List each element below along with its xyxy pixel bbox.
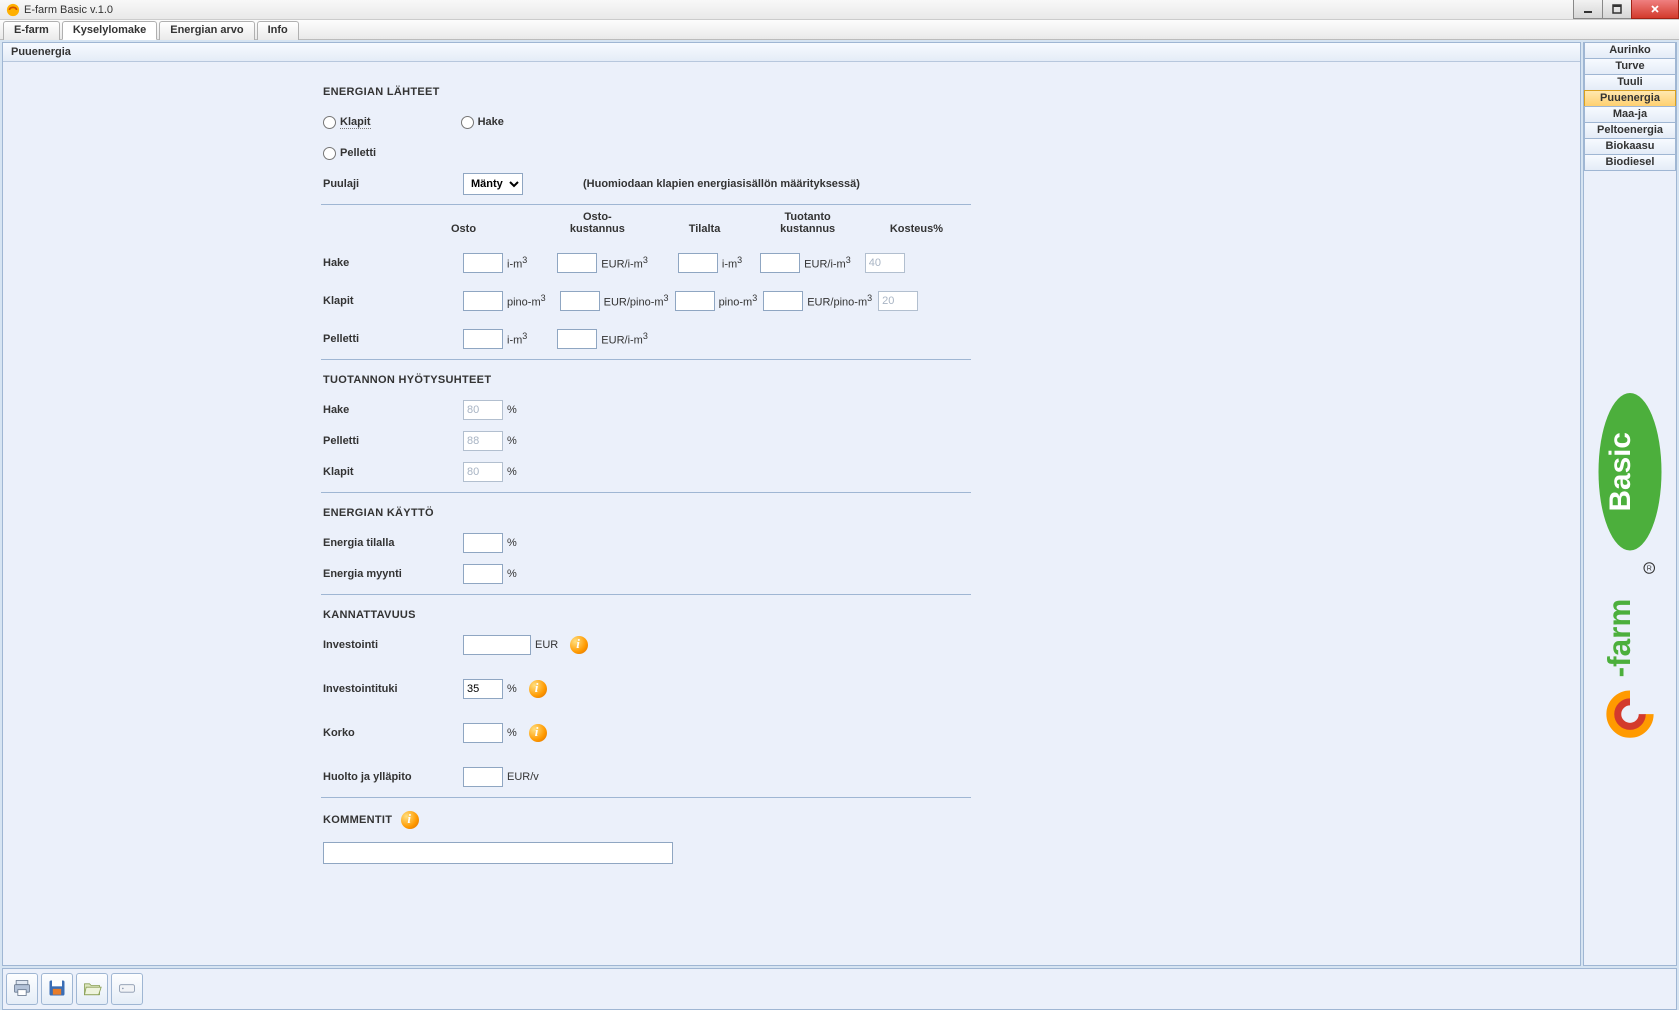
info-icon[interactable] bbox=[401, 811, 419, 829]
sidebar-item-maa-ja-vesilampo[interactable]: Maa-ja vesilämpö bbox=[1584, 106, 1676, 123]
section-comments-title: KOMMENTIT bbox=[323, 814, 392, 826]
klapit-tuotkust-input[interactable] bbox=[763, 291, 803, 311]
eff-pelletti-label: Pelletti bbox=[323, 435, 463, 447]
svg-text:Basic: Basic bbox=[1604, 432, 1637, 511]
svg-text:-farm: -farm bbox=[1601, 599, 1637, 678]
pelletti-osto-input[interactable] bbox=[463, 329, 503, 349]
window-titlebar: E-farm Basic v.1.0 bbox=[0, 0, 1679, 20]
menu-tab-energian-arvo[interactable]: Energian arvo bbox=[159, 21, 254, 40]
info-icon[interactable] bbox=[570, 636, 588, 654]
sidebar-item-tuuli[interactable]: Tuuli bbox=[1584, 74, 1676, 91]
app-icon bbox=[6, 3, 20, 17]
use-tilalla-label: Energia tilalla bbox=[323, 537, 463, 549]
section-prof-title: KANNATTAVUUS bbox=[323, 609, 963, 621]
radio-hake[interactable]: Hake bbox=[461, 116, 504, 129]
prof-invest-label: Investointi bbox=[323, 639, 463, 651]
menu-tab-efarm[interactable]: E-farm bbox=[3, 21, 60, 40]
use-myynti-label: Energia myynti bbox=[323, 568, 463, 580]
eff-pelletti-input bbox=[463, 431, 503, 451]
eff-klapit-input bbox=[463, 462, 503, 482]
klapit-osto-input[interactable] bbox=[463, 291, 503, 311]
prof-korko-label: Korko bbox=[323, 727, 463, 739]
row-klapit-label: Klapit bbox=[323, 295, 463, 307]
info-icon[interactable] bbox=[529, 680, 547, 698]
hake-kosteus-input bbox=[865, 253, 905, 273]
section-sources-title: ENERGIAN LÄHTEET bbox=[323, 86, 963, 98]
prof-invest-input[interactable] bbox=[463, 635, 531, 655]
hake-tuotkust-input[interactable] bbox=[760, 253, 800, 273]
section-eff-title: TUOTANNON HYÖTYSUHTEET bbox=[323, 374, 963, 386]
bottom-toolbar bbox=[2, 968, 1677, 1010]
open-folder-button[interactable] bbox=[76, 973, 108, 1005]
minimize-button[interactable] bbox=[1573, 0, 1603, 19]
prof-tuki-label: Investointituki bbox=[323, 683, 463, 695]
pelletti-ostokust-input[interactable] bbox=[557, 329, 597, 349]
form-panel: Puuenergia ENERGIAN LÄHTEET Klapit Hake bbox=[2, 42, 1581, 966]
sidebar-item-puuenergia[interactable]: Puuenergia bbox=[1584, 90, 1676, 107]
row-hake-label: Hake bbox=[323, 257, 463, 269]
hake-ostokust-input[interactable] bbox=[557, 253, 597, 273]
close-button[interactable] bbox=[1631, 0, 1679, 19]
klapit-kosteus-input bbox=[878, 291, 918, 311]
puulaji-note: (Huomiodaan klapien energiasisällön määr… bbox=[583, 178, 860, 190]
printer-icon bbox=[12, 978, 32, 1001]
col-ostokustannus: Osto- kustannus bbox=[570, 211, 625, 235]
save-button[interactable] bbox=[41, 973, 73, 1005]
klapit-ostokust-input[interactable] bbox=[560, 291, 600, 311]
panel-title: Puuenergia bbox=[3, 43, 1580, 62]
maximize-button[interactable] bbox=[1602, 0, 1632, 19]
radio-pelletti[interactable]: Pelletti bbox=[323, 147, 376, 160]
prof-korko-input[interactable] bbox=[463, 723, 503, 743]
col-kosteus: Kosteus% bbox=[890, 223, 943, 235]
row-pelletti-label: Pelletti bbox=[323, 333, 463, 345]
use-tilalla-input[interactable] bbox=[463, 533, 503, 553]
puulaji-select[interactable]: Mänty bbox=[463, 173, 523, 195]
prof-huolto-input[interactable] bbox=[463, 767, 503, 787]
radio-pelletti-input[interactable] bbox=[323, 147, 336, 160]
device-button[interactable] bbox=[111, 973, 143, 1005]
hake-tilalta-input[interactable] bbox=[678, 253, 718, 273]
col-tuotantokustannus: Tuotanto kustannus bbox=[780, 211, 835, 235]
folder-open-icon bbox=[82, 978, 102, 1001]
info-icon[interactable] bbox=[529, 724, 547, 742]
eff-hake-input bbox=[463, 400, 503, 420]
eff-hake-label: Hake bbox=[323, 404, 463, 416]
radio-klapit-input[interactable] bbox=[323, 116, 336, 129]
radio-hake-input[interactable] bbox=[461, 116, 474, 129]
device-icon bbox=[117, 978, 137, 1001]
eff-klapit-label: Klapit bbox=[323, 466, 463, 478]
menu-bar: E-farm Kyselylomake Energian arvo Info bbox=[0, 20, 1679, 40]
puulaji-label: Puulaji bbox=[323, 178, 463, 190]
sidebar-item-turve[interactable]: Turve bbox=[1584, 58, 1676, 75]
col-osto: Osto bbox=[451, 223, 476, 235]
sidebar-item-aurinko[interactable]: Aurinko bbox=[1584, 42, 1676, 59]
brand-logo: Basic R -farm bbox=[1584, 171, 1676, 965]
svg-text:R: R bbox=[1647, 566, 1652, 573]
klapit-tilalta-input[interactable] bbox=[675, 291, 715, 311]
section-use-title: ENERGIAN KÄYTTÖ bbox=[323, 507, 963, 519]
sidebar-item-peltoenergia[interactable]: Peltoenergia bbox=[1584, 122, 1676, 139]
sidebar-item-biokaasu[interactable]: Biokaasu bbox=[1584, 138, 1676, 155]
window-title: E-farm Basic v.1.0 bbox=[24, 4, 113, 16]
sidebar: Aurinko Turve Tuuli Puuenergia Maa-ja ve… bbox=[1583, 42, 1677, 966]
menu-tab-kyselylomake[interactable]: Kyselylomake bbox=[62, 21, 157, 40]
comments-textarea[interactable] bbox=[323, 842, 673, 864]
col-tilalta: Tilalta bbox=[689, 223, 721, 235]
hake-osto-input[interactable] bbox=[463, 253, 503, 273]
prof-tuki-input[interactable] bbox=[463, 679, 503, 699]
prof-huolto-label: Huolto ja ylläpito bbox=[323, 771, 463, 783]
sidebar-item-biodiesel[interactable]: Biodiesel bbox=[1584, 154, 1676, 171]
menu-tab-info[interactable]: Info bbox=[257, 21, 299, 40]
form-scroll-area[interactable]: ENERGIAN LÄHTEET Klapit Hake Pelletti bbox=[3, 62, 1580, 965]
radio-klapit[interactable]: Klapit bbox=[323, 116, 371, 129]
print-button[interactable] bbox=[6, 973, 38, 1005]
floppy-disk-icon bbox=[47, 978, 67, 1001]
use-myynti-input[interactable] bbox=[463, 564, 503, 584]
